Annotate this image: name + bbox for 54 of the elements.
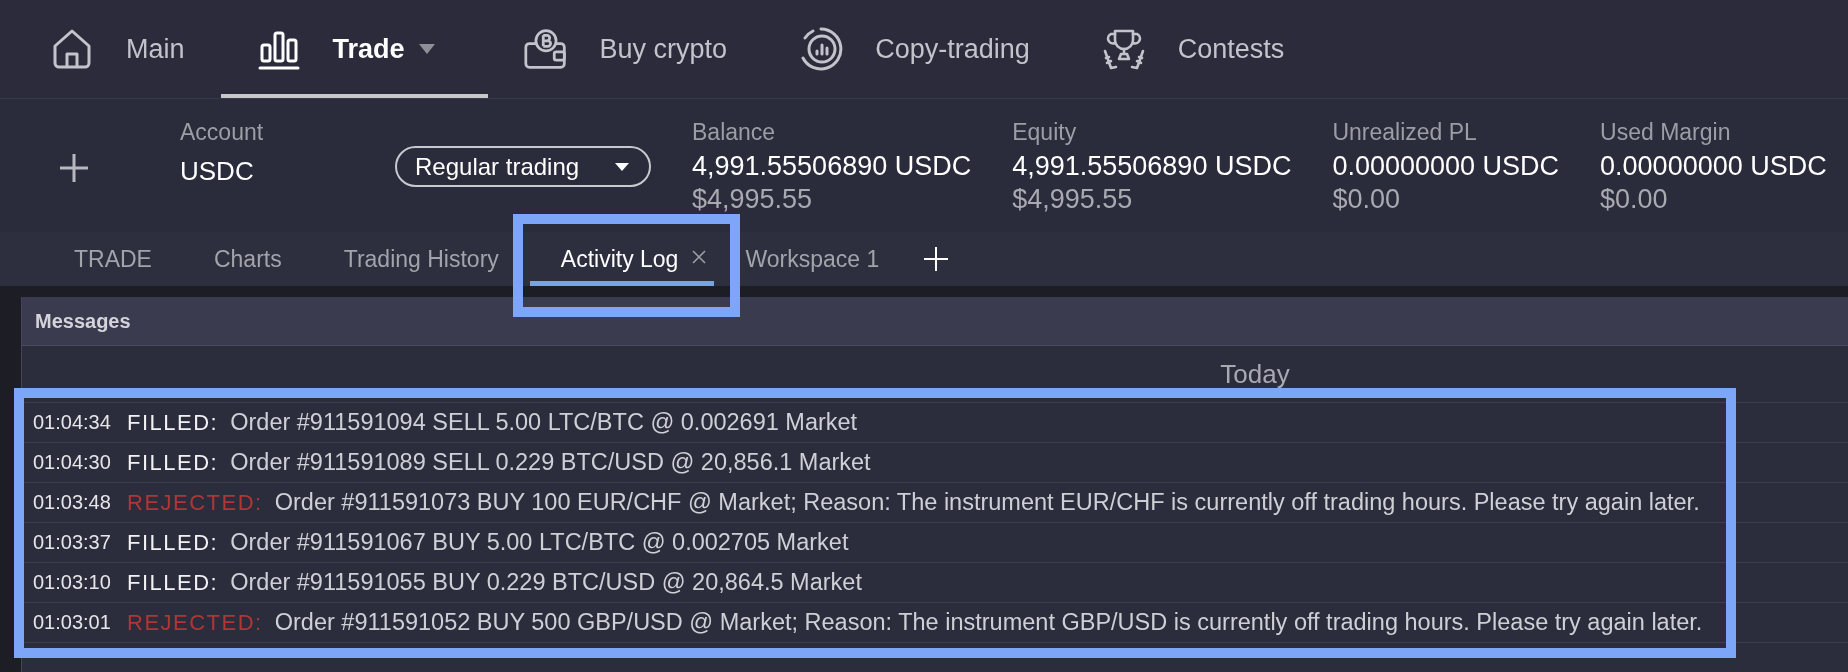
log-message: Order #911591067 BUY 5.00 LTC/BTC @ 0.002705 Market	[230, 529, 849, 556]
metric-label: Equity	[1012, 119, 1077, 145]
plus-icon	[924, 247, 949, 271]
workspace-tab[interactable]: TRADE	[43, 232, 183, 286]
status-label: FILLED:	[127, 449, 219, 476]
log-time: 01:03:37	[33, 531, 112, 554]
account-label: Account	[180, 119, 264, 145]
log-message: Order #911591094 SELL 5.00 LTC/BTC @ 0.002691 Market	[230, 409, 858, 436]
nav-tab[interactable]: Contests	[1065, 0, 1321, 98]
plus-icon	[60, 154, 88, 182]
status-label: FILLED:	[127, 529, 219, 556]
status-label: FILLED:	[127, 409, 219, 436]
log-message: Order #911591073 BUY 100 EUR/CHF @ Market; Reason: The instrument EUR/CHF is currently off trading hours. Please try again later.	[274, 489, 1700, 516]
account-value: USDC	[180, 156, 254, 186]
caret-icon	[418, 44, 435, 54]
caret-icon	[615, 162, 629, 171]
metric-label: Unrealized PL	[1332, 119, 1477, 145]
workspace-tab[interactable]: Trading History	[312, 232, 530, 286]
metric-value: 4,991.55506890 USDC	[692, 151, 972, 181]
log-message: Order #911591052 BUY 500 GBP/USD @ Market; Reason: The instrument GBP/USD is currently off trading hours. Please try again later.	[274, 609, 1703, 636]
log-message: Order #911591089 SELL 0.229 BTC/USD @ 20,856.1 Market	[230, 449, 871, 476]
log-time: 01:03:01	[33, 611, 112, 634]
wallet-coin-icon	[523, 27, 568, 71]
trading-mode-dropdown[interactable]: Regular trading	[395, 146, 651, 187]
metric-label: Used Margin	[1600, 119, 1731, 145]
metric-label: Balance	[692, 119, 776, 145]
workspace-tab[interactable]: Charts	[182, 232, 313, 286]
metric-usd-value: $4,995.55	[692, 186, 813, 212]
metric-usd-value: $0.00	[1600, 186, 1668, 212]
metric-usd-value: $0.00	[1332, 186, 1400, 212]
metric-value: 4,991.55506890 USDC	[1012, 151, 1292, 181]
metric-value: 0.00000000 USDC	[1332, 151, 1560, 181]
date-separator: Today	[1220, 358, 1290, 390]
workspace-tab[interactable]: Activity Log	[529, 232, 715, 286]
log-time: 01:03:10	[33, 571, 112, 594]
metric-usd-value: $4,995.55	[1012, 186, 1133, 212]
circle-chart-icon	[799, 27, 844, 71]
nav-tab[interactable]: Buy crypto	[487, 0, 764, 98]
status-label: REJECTED:	[127, 489, 263, 516]
nav-tab[interactable]: Copy-trading	[763, 0, 1066, 98]
status-label: FILLED:	[127, 569, 219, 596]
status-label: REJECTED:	[127, 609, 263, 636]
workspace-tab[interactable]: Workspace 1	[714, 232, 911, 286]
add-tab-button[interactable]	[924, 247, 949, 271]
nav-tab[interactable]: Main	[14, 0, 221, 98]
log-time: 01:04:30	[33, 451, 112, 474]
messages-header: Messages	[22, 297, 1848, 346]
log-time: 01:04:34	[33, 411, 112, 434]
add-button[interactable]	[60, 154, 88, 182]
trophy-icon	[1101, 27, 1146, 71]
log-message: Order #911591055 BUY 0.229 BTC/USD @ 20,864.5 Market	[230, 569, 862, 596]
log-time: 01:03:48	[33, 491, 112, 514]
metric-value: 0.00000000 USDC	[1600, 151, 1827, 181]
close-icon[interactable]	[692, 250, 707, 264]
